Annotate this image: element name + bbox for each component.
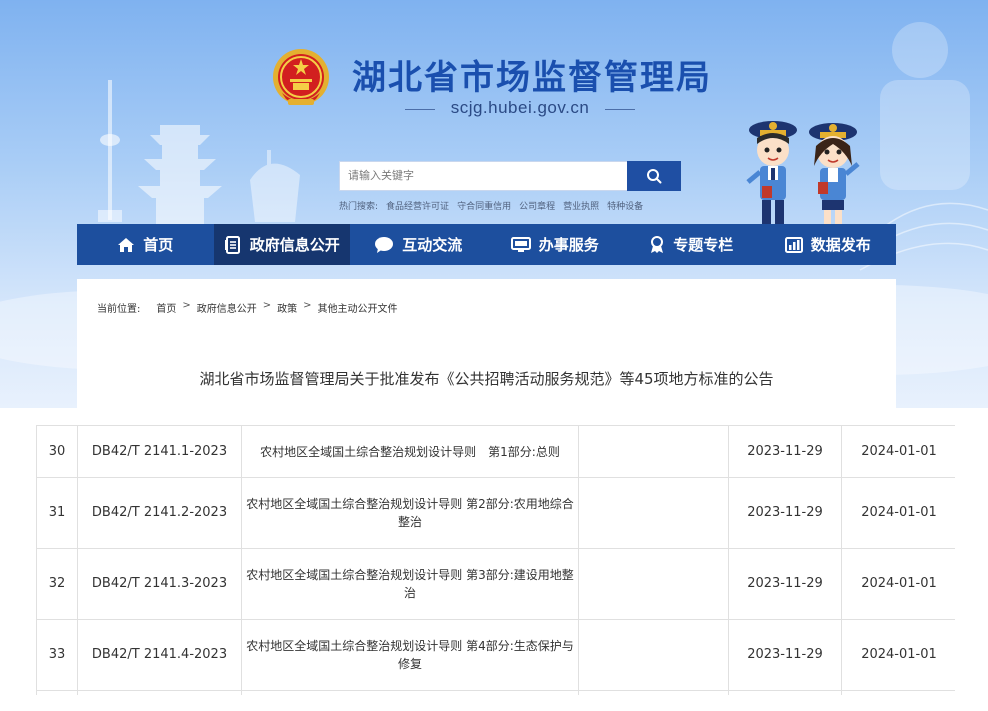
hot-search-keyword[interactable]: 公司章程	[519, 199, 555, 212]
effective-date-cell: 2024-01-01	[841, 477, 955, 549]
nav-label: 政府信息公开	[249, 236, 340, 254]
nav-label: 互动交流	[402, 236, 463, 254]
standard-name-cell: 农村地区全域国土综合整治规划设计导则 第3部分:建设用地整治	[241, 548, 579, 620]
publish-date-cell: 2023-11-29	[728, 425, 842, 478]
breadcrumb-link[interactable]: 其他主动公开文件	[318, 300, 398, 315]
domain-text: scjg.hubei.gov.cn	[450, 98, 590, 117]
national-emblem-icon	[273, 49, 329, 105]
ribbon-medal-icon	[651, 235, 664, 253]
row-number-cell: 30	[36, 425, 78, 478]
nav-label: 数据发布	[810, 236, 871, 254]
bar-chart-icon	[784, 236, 803, 253]
breadcrumb: 当前位置: 首页 > 政府信息公开 > 政策 > 其他主动公开文件	[97, 300, 398, 315]
publish-date-cell: 2023-11-29	[728, 548, 842, 620]
main-nav: 首页 政府信息公开 互动交流 办事服务 专题专栏 数据发布	[77, 224, 896, 265]
standard-code-cell: DB42/T 2141.1-2023	[77, 425, 242, 478]
standards-table: 30 DB42/T 2141.1-2023 农村地区全域国土综合整治规划设计导则…	[36, 425, 955, 695]
row-number-cell: 33	[36, 619, 78, 691]
table-row: 31 DB42/T 2141.2-2023 农村地区全域国土综合整治规划设计导则…	[36, 477, 955, 549]
row-number-cell: 32	[36, 548, 78, 620]
hot-search-keyword[interactable]: 食品经营许可证	[386, 199, 449, 212]
breadcrumb-separator: >	[262, 300, 272, 311]
document-list-icon	[224, 235, 240, 254]
nav-item-interaction[interactable]: 互动交流	[350, 224, 487, 265]
search-button[interactable]	[627, 161, 681, 191]
effective-date-cell: 2024-01-01	[841, 425, 955, 478]
breadcrumb-link[interactable]: 政府信息公开	[197, 300, 257, 315]
standard-name-cell: 农村地区全域国土综合整治规划设计导则 第2部分:农用地综合整治	[241, 477, 579, 549]
nav-item-topics[interactable]: 专题专栏	[623, 224, 760, 265]
nav-item-gov-info[interactable]: 政府信息公开	[213, 224, 350, 265]
chat-bubble-icon	[375, 236, 394, 253]
hot-search-bar: 热门搜索: 食品经营许可证 守合同重信用 公司章程 营业执照 特种设备	[339, 199, 643, 212]
replaced-standard-cell	[578, 477, 729, 549]
row-number-cell: 31	[36, 477, 78, 549]
standard-code-cell: DB42/T 2141.2-2023	[77, 477, 242, 549]
standard-name-cell: 农村地区全域国土综合整治规划设计导则 第4部分:生态保护与修复	[241, 619, 579, 691]
site-title: 湖北省市场监督管理局	[352, 58, 712, 98]
table-row: 33 DB42/T 2141.4-2023 农村地区全域国土综合整治规划设计导则…	[36, 619, 955, 691]
article-card: 当前位置: 首页 > 政府信息公开 > 政策 > 其他主动公开文件 湖北省市场监…	[77, 279, 896, 408]
nav-item-services[interactable]: 办事服务	[487, 224, 624, 265]
monitor-icon	[510, 236, 531, 252]
nav-label: 首页	[143, 236, 174, 254]
replaced-standard-cell	[578, 425, 729, 478]
divider-line	[605, 109, 635, 110]
table-row: 32 DB42/T 2141.3-2023 农村地区全域国土综合整治规划设计导则…	[36, 548, 955, 620]
hot-search-label: 热门搜索:	[339, 202, 379, 212]
nav-label: 专题专栏	[673, 236, 734, 254]
standard-name-cell: 农村地区全域国土综合整治规划设计导则 第1部分:总则	[241, 425, 579, 478]
nav-label: 办事服务	[538, 236, 599, 254]
breadcrumb-separator: >	[303, 300, 312, 311]
hot-search-keyword[interactable]: 守合同重信用	[457, 199, 511, 212]
effective-date-cell: 2024-01-01	[841, 619, 955, 691]
hot-search-keyword[interactable]: 营业执照	[563, 199, 599, 212]
replaced-standard-cell	[578, 548, 729, 620]
breadcrumb-separator: >	[182, 300, 191, 311]
hot-search-keyword[interactable]: 特种设备	[607, 199, 643, 212]
nav-item-data[interactable]: 数据发布	[760, 224, 897, 265]
site-domain: scjg.hubei.gov.cn	[405, 98, 635, 120]
table-row	[36, 690, 955, 695]
mascot-officers-illustration	[746, 121, 860, 224]
article-title: 湖北省市场监督管理局关于批准发布《公共招聘活动服务规范》等45项地方标准的公告	[199, 370, 774, 388]
search-icon	[647, 169, 662, 184]
breadcrumb-link[interactable]: 首页	[156, 300, 176, 315]
standard-code-cell: DB42/T 2141.3-2023	[77, 548, 242, 620]
publish-date-cell: 2023-11-29	[728, 619, 842, 691]
standard-code-cell: DB42/T 2141.4-2023	[77, 619, 242, 691]
home-icon	[118, 237, 135, 252]
nav-item-home[interactable]: 首页	[77, 224, 214, 265]
divider-line	[405, 109, 435, 110]
breadcrumb-link[interactable]: 政策	[277, 300, 297, 315]
publish-date-cell: 2023-11-29	[728, 477, 842, 549]
search-input[interactable]: 请输入关键字	[339, 161, 627, 191]
replaced-standard-cell	[578, 619, 729, 691]
breadcrumb-prefix: 当前位置:	[97, 304, 141, 315]
effective-date-cell: 2024-01-01	[841, 548, 955, 620]
table-row: 30 DB42/T 2141.1-2023 农村地区全域国土综合整治规划设计导则…	[36, 425, 955, 478]
